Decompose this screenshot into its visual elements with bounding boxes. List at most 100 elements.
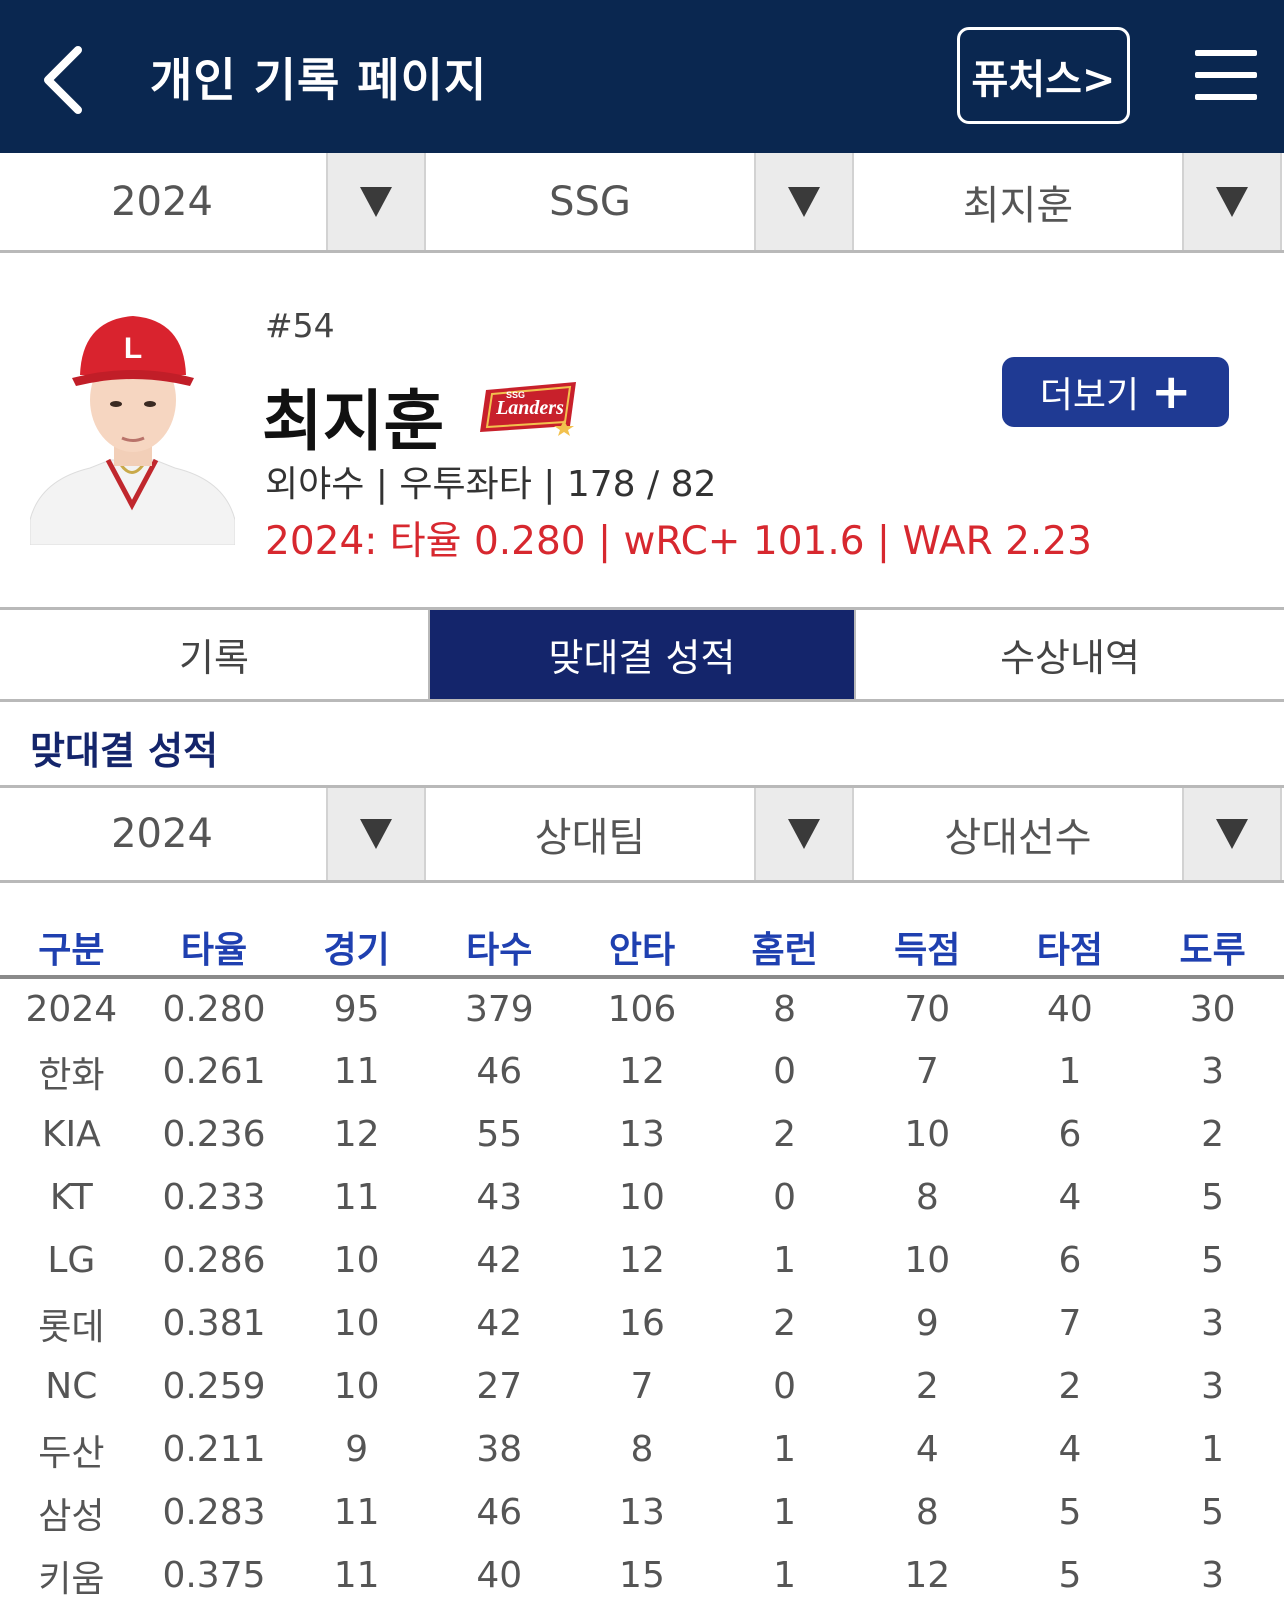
table-cell: 8 <box>630 1429 654 1470</box>
year-select[interactable]: 2024 <box>0 153 428 250</box>
table-cell: 6 <box>1058 1114 1082 1155</box>
table-cell: LG <box>47 1240 96 1281</box>
player-photo: L <box>30 316 235 545</box>
table-cell: 0.259 <box>162 1366 266 1407</box>
table-row: KT 0.233 11 43 10 0 8 4 5 <box>0 1166 1284 1229</box>
column-header: 구분 <box>0 918 143 979</box>
table-cell: 7 <box>630 1366 654 1407</box>
table-cell: 0.236 <box>162 1114 266 1155</box>
table-cell: KT <box>49 1177 93 1218</box>
column-header: 홈런 <box>713 918 856 979</box>
column-header: 타율 <box>142 918 286 979</box>
table-cell: 40 <box>1047 989 1093 1030</box>
table-cell: 0.283 <box>162 1492 266 1533</box>
table-cell: 46 <box>476 1492 523 1533</box>
player-select[interactable]: 최지훈 <box>856 153 1284 250</box>
table-cell: 1 <box>1201 1429 1225 1470</box>
table-cell: 2024 <box>25 989 118 1030</box>
table-cell: 46 <box>476 1051 523 1092</box>
table-cell: 106 <box>607 989 677 1030</box>
table-header-row: 구분 타율 경기 타수 안타 홈런 득점 타점 도루 <box>0 918 1284 979</box>
matchup-year-value: 2024 <box>111 811 213 857</box>
table-cell: 0 <box>773 1366 797 1407</box>
opponent-team-select[interactable]: 상대팀 <box>428 788 856 880</box>
table-cell: 롯데 <box>38 1306 105 1348</box>
table-cell: 11 <box>333 1177 380 1218</box>
table-cell: 12 <box>619 1051 665 1092</box>
hamburger-menu-icon[interactable] <box>1195 50 1257 100</box>
table-cell: 27 <box>476 1366 523 1407</box>
opponent-team-value: 상대팀 <box>534 815 646 861</box>
svg-text:Landers: Landers <box>495 397 564 419</box>
dropdown-arrow-icon[interactable] <box>754 788 854 880</box>
opponent-player-select[interactable]: 상대선수 <box>856 788 1284 880</box>
table-cell: 0.381 <box>162 1303 266 1344</box>
table-cell: 0 <box>773 1051 797 1092</box>
record-tabs: 기록 맞대결 성적 수상내역 <box>0 607 1284 702</box>
table-cell: 1 <box>773 1429 797 1470</box>
player-filter-bar: 2024 SSG 최지훈 <box>0 153 1284 253</box>
table-cell: 30 <box>1189 989 1236 1030</box>
table-cell: 42 <box>476 1240 523 1281</box>
table-cell: 95 <box>333 989 380 1030</box>
column-header: 타수 <box>427 918 571 979</box>
table-cell: 5 <box>1058 1555 1082 1596</box>
table-cell: 11 <box>333 1051 380 1092</box>
table-row: 두산 0.211 9 38 8 1 4 4 1 <box>0 1418 1284 1481</box>
table-cell: 0.280 <box>162 989 266 1030</box>
player-info: 외야수 | 우투좌타 | 178 / 82 <box>265 464 717 505</box>
table-cell: 10 <box>904 1240 951 1281</box>
more-button-label: 더보기 <box>1039 375 1140 416</box>
more-button[interactable]: 더보기 + <box>1002 357 1229 427</box>
table-row: LG 0.286 10 42 12 1 10 6 5 <box>0 1229 1284 1292</box>
year-select-value: 2024 <box>111 178 213 225</box>
tab-awards[interactable]: 수상내역 <box>854 610 1284 699</box>
table-cell: 5 <box>1058 1492 1082 1533</box>
futures-button[interactable]: 퓨처스> <box>957 27 1130 124</box>
table-cell: 2 <box>773 1303 797 1344</box>
table-cell: 1 <box>773 1240 797 1281</box>
table-cell: 3 <box>1201 1555 1225 1596</box>
plus-icon: + <box>1151 364 1192 420</box>
page-title: 개인 기록 페이지 <box>150 53 488 107</box>
table-cell: 7 <box>915 1051 939 1092</box>
table-cell: 2 <box>1058 1366 1082 1407</box>
tab-records[interactable]: 기록 <box>0 610 428 699</box>
column-header: 득점 <box>855 918 999 979</box>
table-cell: 12 <box>619 1240 665 1281</box>
table-cell: 1 <box>773 1555 797 1596</box>
table-cell: 16 <box>619 1303 665 1344</box>
table-cell: 55 <box>476 1114 523 1155</box>
table-cell: 15 <box>619 1555 665 1596</box>
table-cell: 70 <box>904 989 951 1030</box>
dropdown-arrow-icon[interactable] <box>1182 788 1282 880</box>
table-row: 삼성 0.283 11 46 13 1 8 5 5 <box>0 1481 1284 1544</box>
table-cell: 379 <box>464 989 534 1030</box>
table-cell: 두산 <box>38 1432 105 1474</box>
team-select[interactable]: SSG <box>428 153 856 250</box>
table-cell: 4 <box>915 1429 939 1470</box>
dropdown-arrow-icon[interactable] <box>754 153 854 250</box>
table-cell: 6 <box>1058 1240 1082 1281</box>
column-header: 도루 <box>1141 918 1284 979</box>
table-cell: 10 <box>619 1177 665 1218</box>
svg-text:L: L <box>124 332 142 365</box>
player-select-value: 최지훈 <box>962 182 1074 229</box>
tab-matchup[interactable]: 맞대결 성적 <box>428 610 854 699</box>
table-cell: 4 <box>1058 1429 1082 1470</box>
back-button[interactable] <box>36 40 96 120</box>
matchup-year-select[interactable]: 2024 <box>0 788 428 880</box>
table-cell: 키움 <box>38 1558 105 1600</box>
table-cell: 11 <box>333 1492 380 1533</box>
table-row: NC 0.259 10 27 7 0 2 2 3 <box>0 1355 1284 1418</box>
matchup-filter-bar: 2024 상대팀 상대선수 <box>0 785 1284 883</box>
dropdown-arrow-icon[interactable] <box>1182 153 1282 250</box>
player-name: 최지훈 <box>262 383 445 460</box>
dropdown-arrow-icon[interactable] <box>326 153 426 250</box>
dropdown-arrow-icon[interactable] <box>326 788 426 880</box>
table-cell: 10 <box>333 1303 380 1344</box>
matchup-stats-table: 구분 타율 경기 타수 안타 홈런 득점 타점 도루 2024 0.280 95 379 106 8 70 4… <box>0 918 1284 1607</box>
table-cell: 0 <box>773 1177 797 1218</box>
table-cell: 40 <box>476 1555 523 1596</box>
table-cell: 0.286 <box>162 1240 266 1281</box>
